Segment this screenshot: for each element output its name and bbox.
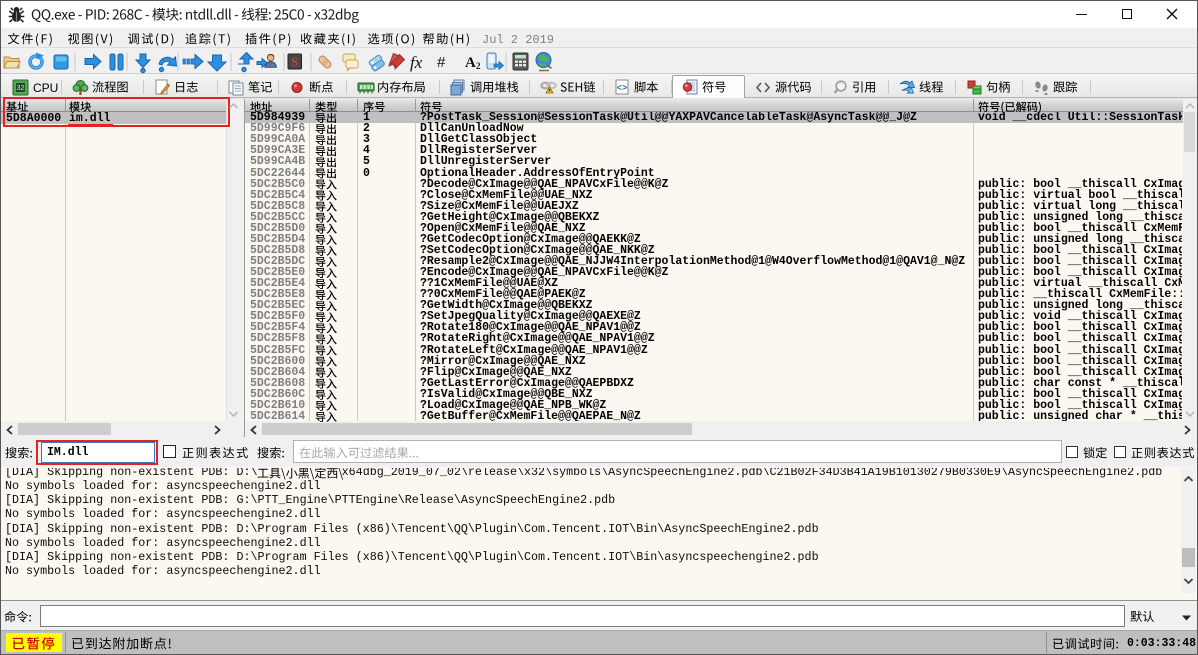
svg-text:fx: fx [410,53,423,72]
svg-text:32: 32 [17,85,25,92]
svg-text:<>: <> [617,84,628,94]
svg-text:#: # [437,54,446,71]
svg-text:A: A [465,55,476,71]
svg-text:2: 2 [476,61,481,71]
svg-text:S: S [291,55,298,69]
